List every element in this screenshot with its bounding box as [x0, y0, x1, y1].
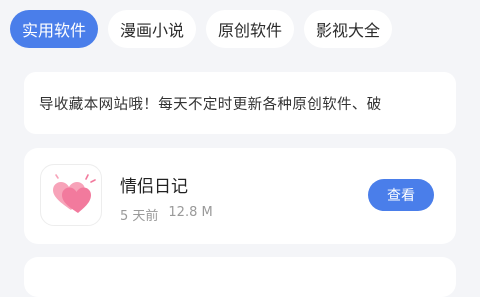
category-tabs: 实用软件 漫画小说 原创软件 影视大全 [10, 10, 480, 48]
app-title: 情侣日记 [120, 177, 188, 197]
app-size: 12.8 M [168, 205, 213, 220]
tab-utility-software[interactable]: 实用软件 [10, 10, 99, 48]
app-card[interactable]: 情侣日记 5 天前 12.8 M 查看 [24, 148, 456, 244]
next-app-card[interactable] [24, 257, 456, 297]
app-meta: 5 天前 12.8 M [120, 205, 213, 224]
twin-hearts-icon [40, 164, 102, 226]
view-button[interactable]: 查看 [368, 179, 434, 211]
tab-comics-novels[interactable]: 漫画小说 [108, 10, 197, 48]
tab-movies-tv[interactable]: 影视大全 [304, 10, 393, 48]
app-updated-time: 5 天前 [120, 209, 159, 224]
notice-text: 导收藏本网站哦！每天不定时更新各种原创软件、破 [39, 96, 382, 113]
notice-banner: 导收藏本网站哦！每天不定时更新各种原创软件、破 [24, 72, 456, 134]
tab-original-software[interactable]: 原创软件 [206, 10, 295, 48]
